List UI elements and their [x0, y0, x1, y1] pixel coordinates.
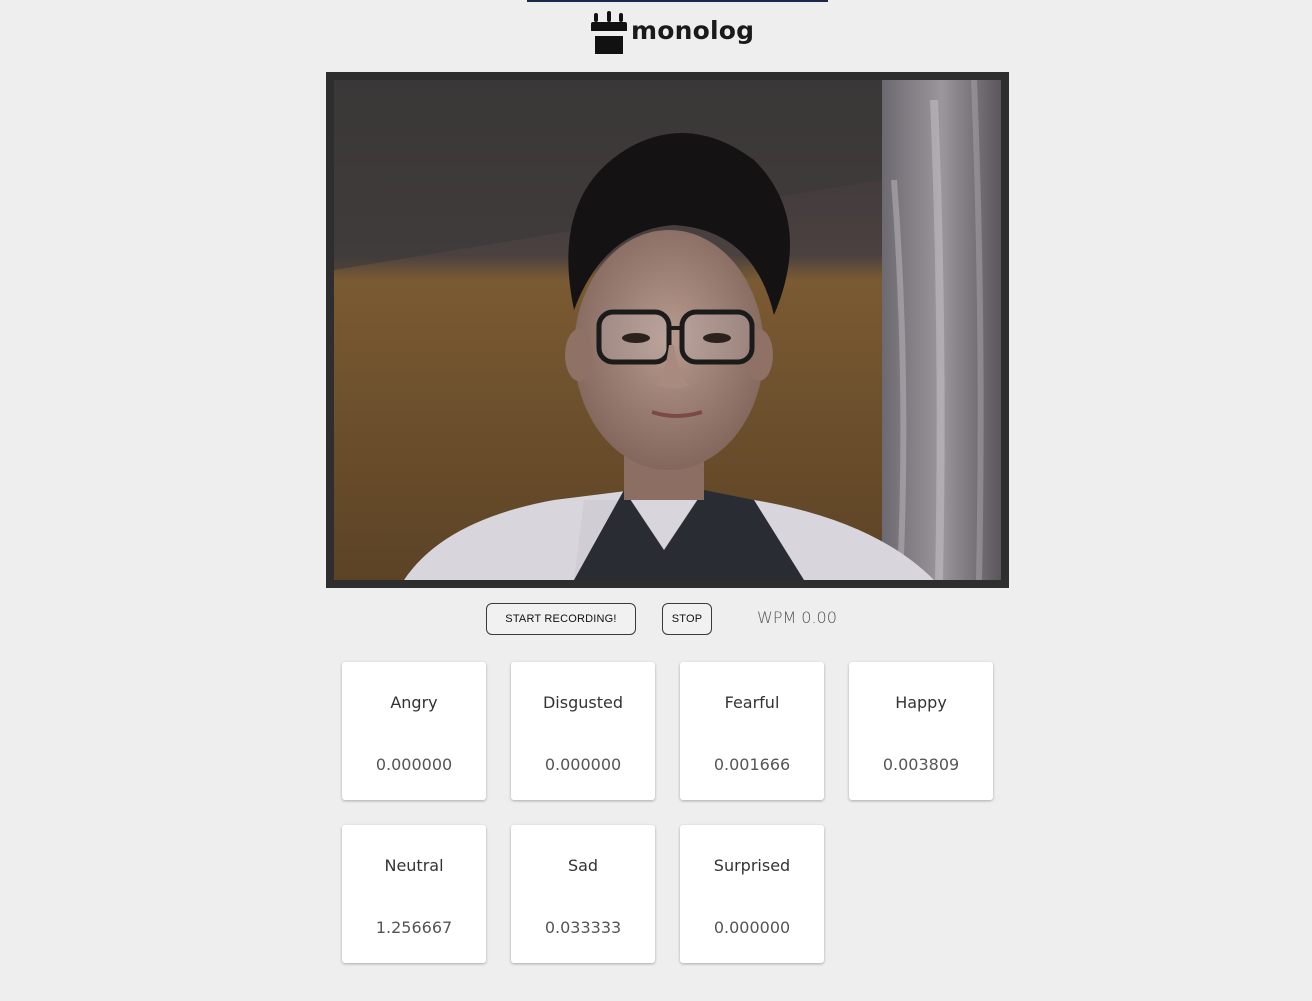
emotion-value: 0.001666 — [713, 755, 791, 774]
emotion-card-angry: Angry 0.000000 — [342, 662, 486, 800]
emotion-card-neutral: Neutral 1.256667 — [342, 825, 486, 963]
emotion-value: 1.256667 — [375, 918, 453, 937]
emotion-label: Neutral — [384, 856, 444, 875]
start-recording-button[interactable]: START RECORDING! — [486, 603, 636, 635]
emotion-card-disgusted: Disgusted 0.000000 — [511, 662, 655, 800]
emotion-value: 0.000000 — [375, 755, 453, 774]
video-frame — [326, 72, 1009, 588]
emotion-value: 0.003809 — [882, 755, 960, 774]
webcam-video — [334, 80, 1001, 580]
emotion-label: Surprised — [713, 856, 791, 875]
app-logo: monolog — [590, 10, 754, 56]
emotion-label: Disgusted — [542, 693, 623, 712]
emotion-card-fearful: Fearful 0.001666 — [680, 662, 824, 800]
emotion-card-sad: Sad 0.033333 — [511, 825, 655, 963]
emotion-label: Happy — [895, 693, 947, 712]
emotion-label: Angry — [390, 693, 438, 712]
top-progress-bar — [527, 0, 828, 2]
wpm-label: WPM — [757, 608, 797, 627]
emotion-card-happy: Happy 0.003809 — [849, 662, 993, 800]
emotion-card-surprised: Surprised 0.000000 — [680, 825, 824, 963]
wpm-value: 0.00 — [801, 608, 837, 627]
emotion-value: 0.000000 — [544, 755, 622, 774]
emotion-label: Sad — [567, 856, 599, 875]
app-name: monolog — [631, 15, 755, 45]
emotion-label: Fearful — [724, 693, 780, 712]
podium-icon — [591, 11, 627, 54]
wpm-readout: WPM 0.00 — [757, 608, 837, 627]
stop-button[interactable]: STOP — [662, 603, 712, 635]
emotion-value: 0.033333 — [544, 918, 622, 937]
emotion-value: 0.000000 — [713, 918, 791, 937]
